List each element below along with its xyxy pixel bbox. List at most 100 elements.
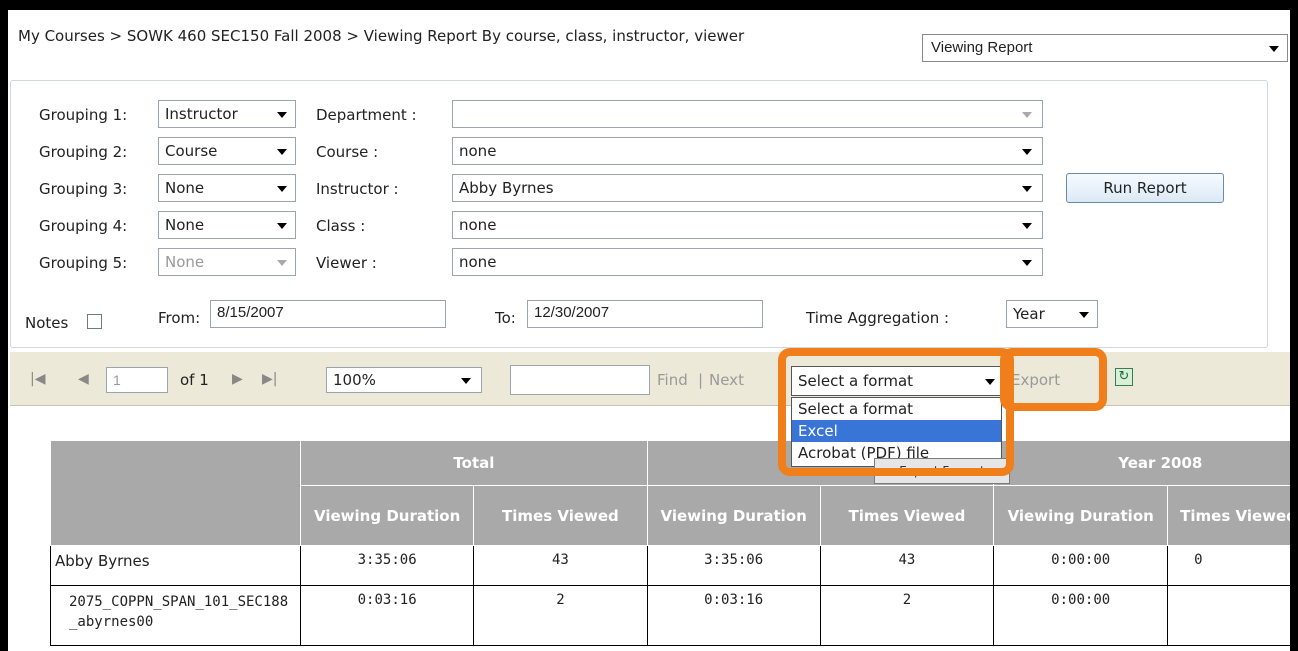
cell-value: 0:03:16 <box>300 585 475 646</box>
group-header-year-2008: Year 2008 <box>993 440 1298 486</box>
grouping-3-select[interactable]: None <box>158 174 296 202</box>
previous-page-icon[interactable]: ◀ <box>78 371 89 387</box>
grouping-4-label: Grouping 4: <box>39 217 128 235</box>
time-aggregation-value: Year <box>1013 305 1045 323</box>
chevron-down-icon <box>277 223 287 229</box>
chevron-down-icon <box>1022 260 1032 266</box>
instructor-select[interactable]: Abby Byrnes <box>452 174 1043 202</box>
subheader-viewing-duration: Viewing Duration <box>993 485 1169 546</box>
export-highlight-box <box>1000 348 1107 411</box>
chevron-down-icon <box>1269 46 1279 52</box>
report-parameters-panel: Grouping 1: Instructor Grouping 2: Cours… <box>10 80 1268 348</box>
chevron-down-icon <box>277 112 287 118</box>
chevron-down-icon <box>1079 312 1089 318</box>
chevron-down-icon <box>1022 186 1032 192</box>
page-count-label: of 1 <box>180 371 209 389</box>
row-header-cell <box>49 440 302 546</box>
cell-value: 0:03:16 <box>646 585 821 646</box>
table-row: 2075_COPPN_SPAN_101_SEC188_abyrnes00 0:0… <box>49 585 1298 646</box>
find-input[interactable] <box>510 365 650 395</box>
table-row: Abby Byrnes 3:35:06 43 3:35:06 43 0:00:0… <box>49 545 1298 586</box>
chevron-down-icon <box>1022 223 1032 229</box>
course-label: Course : <box>316 143 379 161</box>
breadcrumb[interactable]: My Courses > SOWK 460 SEC150 Fall 2008 >… <box>18 24 858 48</box>
from-label: From: <box>158 309 201 327</box>
grouping-4-select[interactable]: None <box>158 211 296 239</box>
to-label: To: <box>495 309 516 327</box>
group-header-total: Total <box>300 440 648 486</box>
class-select[interactable]: none <box>452 211 1043 239</box>
format-highlight-box <box>778 348 1014 476</box>
subheader-times-viewed: Times Viewed <box>473 485 648 546</box>
cell-value: 0 <box>1167 545 1298 586</box>
zoom-select[interactable]: 100% <box>326 367 482 393</box>
grouping-2-value: Course <box>165 142 218 160</box>
grouping-1-label: Grouping 1: <box>39 106 128 124</box>
grouping-3-label: Grouping 3: <box>39 180 128 198</box>
to-date-input[interactable]: 12/30/2007 <box>527 300 763 328</box>
course-value: none <box>459 142 497 160</box>
grouping-5-label: Grouping 5: <box>39 254 128 272</box>
report-table: Total Year 2008 Viewing Duration Times V… <box>49 440 1298 646</box>
grouping-5-select: None <box>158 248 296 276</box>
grouping-2-label: Grouping 2: <box>39 143 128 161</box>
window-top-border <box>0 0 1298 10</box>
cell-value: 3:35:06 <box>646 545 821 586</box>
chevron-down-icon <box>461 378 471 384</box>
chevron-down-icon <box>277 149 287 155</box>
cell-value: 43 <box>819 545 995 586</box>
cell-value: 0:00:00 <box>993 545 1169 586</box>
cell-value: 2 <box>819 585 995 646</box>
zoom-value: 100% <box>333 371 376 389</box>
class-value: none <box>459 216 497 234</box>
next-page-icon[interactable]: ▶ <box>232 371 243 387</box>
notes-label: Notes <box>25 314 69 332</box>
viewer-select[interactable]: none <box>452 248 1043 276</box>
department-select[interactable] <box>452 100 1043 128</box>
viewer-value: none <box>459 253 497 271</box>
run-report-button[interactable]: Run Report <box>1066 173 1224 203</box>
subheader-viewing-duration: Viewing Duration <box>646 485 821 546</box>
instructor-value: Abby Byrnes <box>459 179 554 197</box>
time-aggregation-label: Time Aggregation : <box>806 309 950 327</box>
report-type-select[interactable]: Viewing Report <box>922 34 1288 62</box>
instructor-label: Instructor : <box>316 180 399 198</box>
viewer-label: Viewer : <box>316 254 377 272</box>
grouping-5-value: None <box>165 253 205 271</box>
refresh-icon[interactable]: ↻ <box>1115 368 1133 386</box>
class-label: Class : <box>316 217 366 235</box>
cell-value <box>1167 585 1298 646</box>
from-date-input[interactable]: 8/15/2007 <box>210 300 446 328</box>
cell-value: 3:35:06 <box>300 545 475 586</box>
row-name: Abby Byrnes <box>49 545 302 586</box>
cell-value: 0:00:00 <box>993 585 1169 646</box>
grouping-4-value: None <box>165 216 205 234</box>
course-select[interactable]: none <box>452 137 1043 165</box>
cell-value: 43 <box>473 545 648 586</box>
chevron-down-icon <box>1022 149 1032 155</box>
window-right-border <box>1290 0 1298 651</box>
grouping-2-select[interactable]: Course <box>158 137 296 165</box>
toolbar-separator: | <box>698 371 704 389</box>
subheader-times-viewed: Times Viewed <box>819 485 995 546</box>
subheader-viewing-duration: Viewing Duration <box>300 485 475 546</box>
page-number-input[interactable]: 1 <box>106 367 168 393</box>
cell-value: 2 <box>473 585 648 646</box>
report-type-value: Viewing Report <box>931 39 1033 56</box>
notes-checkbox[interactable] <box>87 314 102 329</box>
grouping-1-select[interactable]: Instructor <box>158 100 296 128</box>
grouping-1-value: Instructor <box>165 105 238 123</box>
time-aggregation-select[interactable]: Year <box>1006 300 1098 328</box>
next-link[interactable]: Next <box>709 371 744 389</box>
row-name: 2075_COPPN_SPAN_101_SEC188_abyrnes00 <box>49 585 302 646</box>
find-link[interactable]: Find <box>657 371 688 389</box>
window-left-border <box>0 0 8 651</box>
chevron-down-icon <box>277 260 287 266</box>
chevron-down-icon <box>1022 112 1032 118</box>
department-label: Department : <box>316 106 417 124</box>
first-page-icon[interactable]: |◀ <box>30 371 45 387</box>
last-page-icon[interactable]: ▶| <box>262 371 277 387</box>
chevron-down-icon <box>277 186 287 192</box>
grouping-3-value: None <box>165 179 205 197</box>
subheader-times-viewed: Times Viewed <box>1167 485 1298 546</box>
